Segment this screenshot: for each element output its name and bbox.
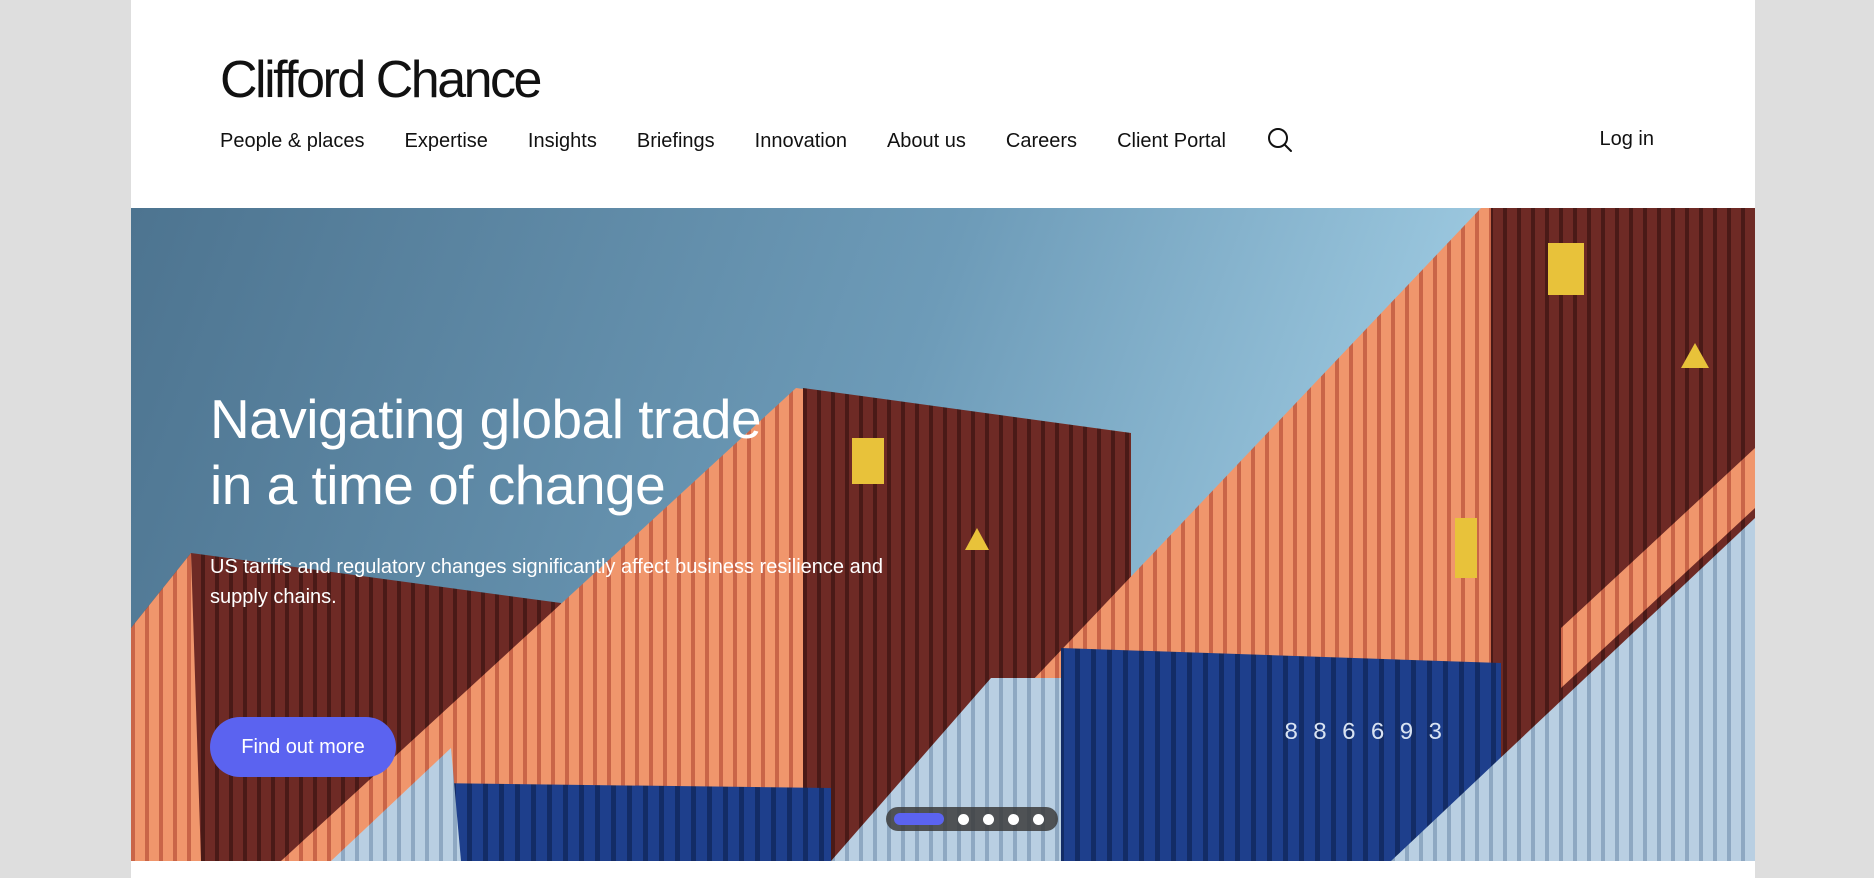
nav-item-about-us[interactable]: About us <box>887 126 966 156</box>
login-link[interactable]: Log in <box>1600 124 1655 154</box>
nav-item-client-portal[interactable]: Client Portal <box>1117 126 1226 156</box>
carousel-dot-4[interactable] <box>1008 813 1019 825</box>
content-start <box>131 861 1755 878</box>
nav-item-briefings[interactable]: Briefings <box>637 126 715 156</box>
carousel-dot-1[interactable] <box>894 813 944 825</box>
nav-item-insights[interactable]: Insights <box>528 126 597 156</box>
hero-subtitle: US tariffs and regulatory changes signif… <box>210 556 883 608</box>
carousel-dot-3[interactable] <box>983 813 994 825</box>
carousel-dot-5[interactable] <box>1033 813 1044 825</box>
carousel-dot-2[interactable] <box>958 813 969 825</box>
hero-text: Navigating global trade in a time of cha… <box>210 386 883 612</box>
carousel-indicator <box>886 807 1058 831</box>
main-nav: People & places Expertise Insights Brief… <box>220 126 1296 156</box>
svg-text:8 8 6 6 9 3: 8 8 6 6 9 3 <box>1284 720 1442 747</box>
hero-banner: 8 8 6 6 9 3 Navigating global trade in a… <box>131 208 1755 861</box>
brand-logo[interactable]: Clifford Chance <box>220 50 542 110</box>
site-header: Clifford Chance People & places Expertis… <box>131 0 1755 208</box>
nav-item-careers[interactable]: Careers <box>1006 126 1077 156</box>
nav-item-people-places[interactable]: People & places <box>220 126 365 156</box>
search-icon[interactable] <box>1266 126 1296 156</box>
nav-item-expertise[interactable]: Expertise <box>405 126 488 156</box>
nav-item-innovation[interactable]: Innovation <box>755 126 847 156</box>
find-out-more-button[interactable]: Find out more <box>210 717 396 777</box>
page: Clifford Chance People & places Expertis… <box>131 0 1755 878</box>
hero-title: Navigating global trade in a time of cha… <box>210 388 762 516</box>
